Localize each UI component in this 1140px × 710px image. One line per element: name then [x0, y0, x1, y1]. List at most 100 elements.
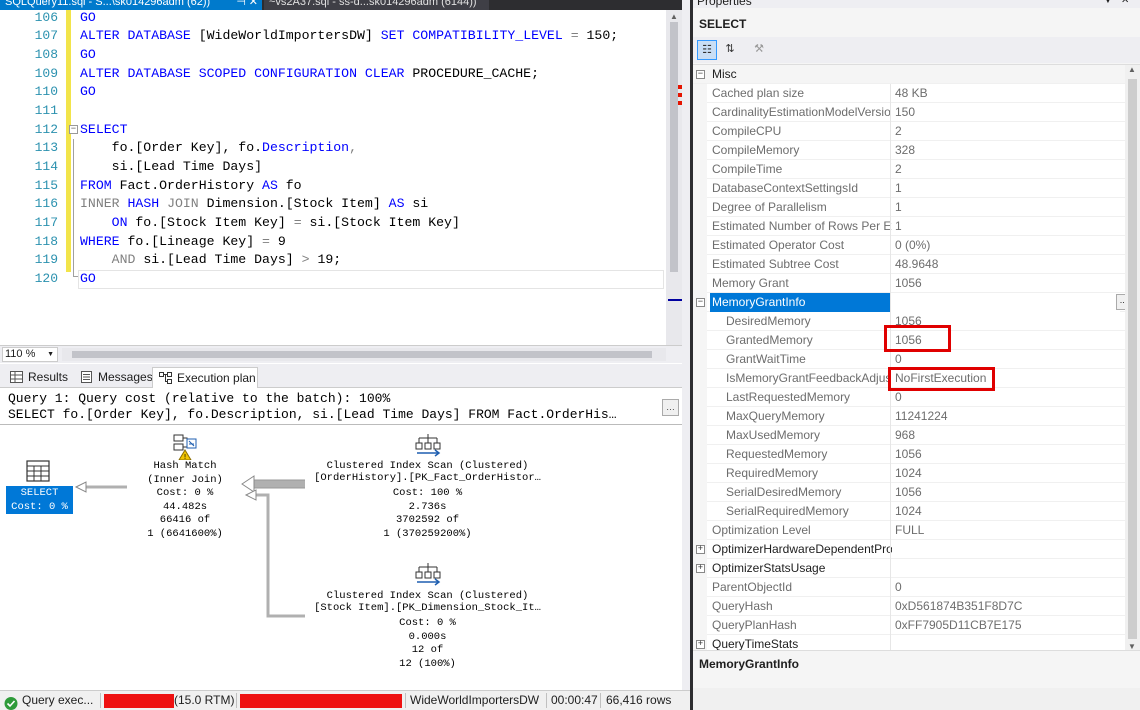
property-row[interactable]: CompileTime 2: [693, 160, 1140, 179]
property-name: MaxQueryMemory: [726, 409, 825, 423]
properties-toolbar: ☷ ⇅ ⚒: [693, 37, 1140, 63]
property-row[interactable]: RequiredMemory 1024: [693, 464, 1140, 483]
expand-icon[interactable]: +: [696, 640, 705, 649]
property-row[interactable]: Estimated Subtree Cost 48.9648: [693, 255, 1140, 274]
property-row[interactable]: Estimated Operator Cost 0 (0%): [693, 236, 1140, 255]
property-row[interactable]: SerialRequiredMemory 1024: [693, 502, 1140, 521]
property-value: 0 (0%): [890, 236, 1120, 255]
clustered-index-scan-icon[interactable]: [415, 561, 441, 587]
property-row[interactable]: CardinalityEstimationModelVersio 150: [693, 103, 1140, 122]
property-row[interactable]: ParentObjectId 0: [693, 578, 1140, 597]
scroll-thumb[interactable]: [72, 351, 652, 358]
execution-plan-canvas[interactable]: SELECT Cost: 0 % ! Hash Match (Inner Joi…: [0, 426, 682, 688]
property-value: 150: [890, 103, 1120, 122]
property-row[interactable]: MaxQueryMemory 11241224: [693, 407, 1140, 426]
property-name: CompileCPU: [712, 124, 782, 138]
code-line[interactable]: fo.[Order Key], fo.Description,: [80, 138, 357, 157]
tab-messages[interactable]: Messages: [74, 367, 153, 388]
property-row[interactable]: DatabaseContextSettingsId 1: [693, 179, 1140, 198]
code-line[interactable]: ALTER DATABASE [WideWorldImportersDW] SE…: [80, 26, 618, 45]
scan-stockitem-line6: 12 (100%): [399, 658, 456, 670]
zoom-select[interactable]: 110 % ▼: [2, 347, 58, 362]
hash-match-icon[interactable]: !: [172, 432, 198, 460]
categorized-icon[interactable]: ☷: [697, 40, 717, 60]
pane-splitter[interactable]: [682, 0, 693, 710]
code-line[interactable]: si.[Lead Time Days]: [80, 157, 262, 176]
property-row[interactable]: + OptimizerStatsUsage: [693, 559, 1140, 578]
scan-stockitem-line5: 12 of: [411, 644, 444, 656]
property-row[interactable]: Cached plan size 48 KB: [693, 84, 1140, 103]
code-line[interactable]: GO: [80, 10, 96, 27]
code-line[interactable]: INNER HASH JOIN Dimension.[Stock Item] A…: [80, 194, 428, 213]
sort-alphabetical-icon[interactable]: ⇅: [720, 40, 740, 60]
property-value: [890, 293, 1120, 312]
property-row[interactable]: Optimization Level FULL: [693, 521, 1140, 540]
property-row[interactable]: Degree of Parallelism 1: [693, 198, 1140, 217]
property-row[interactable]: CompileMemory 328: [693, 141, 1140, 160]
expand-icon[interactable]: +: [696, 545, 705, 554]
clustered-index-scan-icon[interactable]: [415, 432, 441, 458]
property-row[interactable]: Memory Grant 1056: [693, 274, 1140, 293]
expand-query-button[interactable]: …: [662, 399, 679, 416]
sql-editor[interactable]: 106 107 108 109 110 111 112 113 114 115 …: [0, 10, 682, 345]
property-pages-icon[interactable]: ⚒: [749, 40, 769, 60]
property-row[interactable]: + OptimizerHardwareDependentPro: [693, 540, 1140, 559]
pin-icon[interactable]: ⊣: [236, 0, 246, 10]
tab-vs2a37[interactable]: ~vs2A37.sql - ss-d...sk014296adm (6144)): [264, 0, 489, 10]
line-number: 119: [34, 252, 58, 267]
collapse-icon[interactable]: −: [696, 298, 705, 307]
property-category-misc[interactable]: − Misc: [693, 65, 1140, 84]
highlight-box-feedback-adjusted: [888, 367, 995, 391]
editor-vertical-scrollbar[interactable]: ▲: [666, 10, 682, 345]
property-row[interactable]: SerialDesiredMemory 1056: [693, 483, 1140, 502]
code-line[interactable]: GO: [80, 45, 96, 64]
property-row[interactable]: QueryPlanHash 0xFF7905D11CB7E175: [693, 616, 1140, 635]
property-value: 11241224: [890, 407, 1120, 426]
code-line[interactable]: ALTER DATABASE SCOPED CONFIGURATION CLEA…: [80, 64, 539, 83]
property-name: RequestedMemory: [726, 447, 828, 461]
code-line[interactable]: GO: [80, 82, 96, 101]
close-icon[interactable]: ✕: [249, 0, 258, 10]
property-name: Estimated Operator Cost: [712, 238, 845, 252]
properties-scrollbar[interactable]: ▲ ▼: [1125, 65, 1140, 650]
property-row[interactable]: + QueryTimeStats: [693, 635, 1140, 650]
editor-horizontal-scrollbar[interactable]: [62, 348, 666, 361]
tab-label: Messages: [98, 370, 153, 384]
scroll-down-icon[interactable]: ▼: [1128, 642, 1136, 650]
line-number: 111: [34, 103, 58, 118]
tab-execution-plan[interactable]: Execution plan: [152, 367, 258, 388]
property-value: 0xD561874B351F8D7C: [890, 597, 1120, 616]
code-line[interactable]: FROM Fact.OrderHistory AS fo: [80, 176, 302, 195]
property-value: 1056: [890, 483, 1120, 502]
code-line[interactable]: WHERE fo.[Lineage Key] = 9: [80, 232, 286, 251]
expand-icon[interactable]: +: [696, 564, 705, 573]
select-icon[interactable]: [26, 460, 50, 482]
property-row[interactable]: MaxUsedMemory 968: [693, 426, 1140, 445]
property-row[interactable]: RequestedMemory 1056: [693, 445, 1140, 464]
chevron-down-icon[interactable]: ▼: [47, 348, 54, 361]
tab-sqlquery11[interactable]: SQLQuery11.sql - S...\sk014296adm (62)) …: [0, 0, 262, 10]
tab-results[interactable]: Results: [4, 367, 72, 388]
property-row-memorygrantinfo[interactable]: − MemoryGrantInfo ...: [693, 293, 1140, 312]
tab-label: Results: [28, 370, 69, 384]
code-line[interactable]: SELECT: [80, 120, 127, 139]
property-row[interactable]: CompileCPU 2: [693, 122, 1140, 141]
collapse-icon[interactable]: −: [696, 70, 705, 79]
property-row[interactable]: QueryHash 0xD561874B351F8D7C: [693, 597, 1140, 616]
scroll-up-icon[interactable]: ▲: [670, 12, 678, 21]
code-line[interactable]: GO: [80, 269, 96, 288]
close-icon[interactable]: ✕: [1121, 0, 1129, 8]
scroll-up-icon[interactable]: ▲: [1128, 65, 1136, 74]
pin-icon[interactable]: ▼: [1103, 0, 1113, 8]
property-row[interactable]: Estimated Number of Rows Per Ex 1: [693, 217, 1140, 236]
code-line[interactable]: AND si.[Lead Time Days] > 19;: [80, 250, 342, 269]
outline-collapse-icon[interactable]: −: [69, 125, 78, 134]
property-value: 1024: [890, 502, 1120, 521]
code-line[interactable]: ON fo.[Stock Item Key] = si.[Stock Item …: [80, 213, 460, 232]
property-name: DatabaseContextSettingsId: [712, 181, 859, 195]
property-name: MemoryGrantInfo: [710, 293, 890, 312]
property-name: GrantedMemory: [726, 333, 813, 347]
scroll-thumb[interactable]: [1128, 79, 1137, 639]
property-value: 968: [890, 426, 1120, 445]
scroll-thumb[interactable]: [670, 22, 678, 272]
